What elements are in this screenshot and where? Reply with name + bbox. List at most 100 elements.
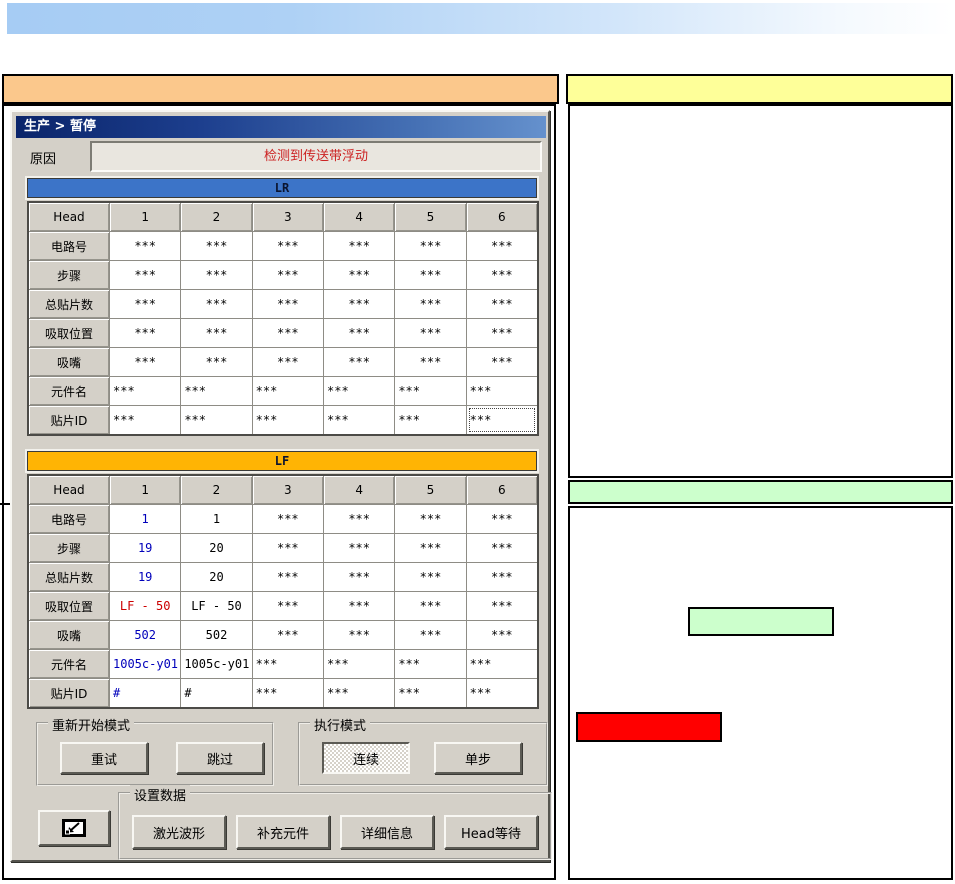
lr-value-cell[interactable]: *** — [252, 319, 323, 347]
collapse-window-button[interactable] — [38, 810, 110, 846]
settings-button-详细信息[interactable]: 详细信息 — [340, 815, 434, 849]
lr-row-label: 电路号 — [29, 232, 109, 260]
pause-dialog: 生产 > 暂停 原因 检测到传送带浮动 LR Head 1 2 3 4 5 6 电路号 *** *… — [10, 110, 552, 862]
lf-value-cell[interactable]: *** — [324, 679, 395, 707]
lr-value-cell[interactable]: *** — [395, 261, 466, 289]
lr-value-cell[interactable]: *** — [466, 319, 537, 347]
restart-button-跳过[interactable]: 跳过 — [176, 742, 264, 774]
lr-value-cell[interactable]: *** — [110, 319, 181, 347]
lf-value-cell[interactable]: *** — [324, 650, 395, 678]
lf-value-cell[interactable]: *** — [252, 563, 323, 591]
settings-button-激光波形[interactable]: 激光波形 — [132, 815, 226, 849]
green-status-indicator — [688, 607, 834, 636]
lf-value-cell[interactable]: *** — [466, 505, 537, 533]
lr-value-cell[interactable]: *** — [110, 377, 181, 405]
lf-value-cell[interactable]: *** — [395, 505, 466, 533]
lf-row-label: 贴片ID — [29, 679, 109, 707]
lr-value-cell[interactable]: *** — [466, 406, 537, 434]
lr-value-cell[interactable]: *** — [181, 377, 252, 405]
lf-value-cell[interactable]: 20 — [181, 534, 252, 562]
lf-value-cell[interactable]: *** — [466, 650, 537, 678]
lf-value-cell[interactable]: *** — [395, 650, 466, 678]
lf-value-cell[interactable]: *** — [466, 621, 537, 649]
lf-value-cell[interactable]: 502 — [110, 621, 181, 649]
lr-value-cell[interactable]: *** — [252, 261, 323, 289]
settings-button-Head等待[interactable]: Head等待 — [444, 815, 538, 849]
lr-value-cell[interactable]: *** — [324, 377, 395, 405]
lf-value-cell[interactable]: LF - 50 — [181, 592, 252, 620]
lr-value-cell[interactable]: *** — [110, 232, 181, 260]
lf-value-cell[interactable]: *** — [252, 505, 323, 533]
lf-value-cell[interactable]: 19 — [110, 563, 181, 591]
restart-button-重试[interactable]: 重试 — [60, 742, 148, 774]
lf-value-cell[interactable]: *** — [466, 592, 537, 620]
lr-value-cell[interactable]: *** — [181, 232, 252, 260]
lf-value-cell[interactable]: 1 — [181, 505, 252, 533]
lf-row-label: 吸取位置 — [29, 592, 109, 620]
lr-value-cell[interactable]: *** — [110, 261, 181, 289]
lf-value-cell[interactable]: 19 — [110, 534, 181, 562]
lr-value-cell[interactable]: *** — [395, 319, 466, 347]
lf-value-cell[interactable]: *** — [252, 621, 323, 649]
lf-value-cell[interactable]: *** — [395, 679, 466, 707]
lf-value-cell[interactable]: *** — [324, 534, 395, 562]
lr-value-cell[interactable]: *** — [181, 348, 252, 376]
lr-value-cell[interactable]: *** — [466, 261, 537, 289]
lr-value-cell[interactable]: *** — [324, 319, 395, 347]
lr-value-cell[interactable]: *** — [466, 290, 537, 318]
lf-value-cell[interactable]: LF - 50 — [110, 592, 181, 620]
lr-value-cell[interactable]: *** — [395, 377, 466, 405]
lr-row-label: 吸取位置 — [29, 319, 109, 347]
lr-value-cell[interactable]: *** — [395, 232, 466, 260]
lr-value-cell[interactable]: *** — [324, 406, 395, 434]
lr-value-cell[interactable]: *** — [395, 290, 466, 318]
lr-value-cell[interactable]: *** — [324, 348, 395, 376]
lr-value-cell[interactable]: *** — [252, 348, 323, 376]
lr-value-cell[interactable]: *** — [466, 232, 537, 260]
lf-value-cell[interactable]: 1005c-y01 — [181, 650, 252, 678]
lf-value-cell[interactable]: 1005c-y01 — [110, 650, 181, 678]
lf-value-cell[interactable]: *** — [252, 592, 323, 620]
lr-value-cell[interactable]: *** — [252, 290, 323, 318]
lf-value-cell[interactable]: *** — [324, 621, 395, 649]
lf-value-cell[interactable]: # — [181, 679, 252, 707]
lf-value-cell[interactable]: *** — [395, 592, 466, 620]
exec-button-连续[interactable]: 连续 — [322, 742, 410, 774]
lr-value-cell[interactable]: *** — [324, 261, 395, 289]
lr-value-cell[interactable]: *** — [110, 406, 181, 434]
exec-button-单步[interactable]: 单步 — [434, 742, 522, 774]
lr-value-cell[interactable]: *** — [466, 348, 537, 376]
lr-value-cell[interactable]: *** — [181, 406, 252, 434]
lr-value-cell[interactable]: *** — [324, 290, 395, 318]
lr-value-cell[interactable]: *** — [466, 377, 537, 405]
lf-value-cell[interactable]: 20 — [181, 563, 252, 591]
lf-value-cell[interactable]: *** — [466, 679, 537, 707]
lr-value-cell[interactable]: *** — [181, 319, 252, 347]
lf-value-cell[interactable]: 502 — [181, 621, 252, 649]
settings-button-补充元件[interactable]: 补充元件 — [236, 815, 330, 849]
lf-value-cell[interactable]: *** — [395, 534, 466, 562]
lr-value-cell[interactable]: *** — [110, 348, 181, 376]
lr-value-cell[interactable]: *** — [252, 232, 323, 260]
lf-value-cell[interactable]: # — [110, 679, 181, 707]
lr-value-cell[interactable]: *** — [110, 290, 181, 318]
lr-value-cell[interactable]: *** — [252, 377, 323, 405]
lf-value-cell[interactable]: *** — [395, 563, 466, 591]
lr-value-cell[interactable]: *** — [181, 261, 252, 289]
lf-row-label: 吸嘴 — [29, 621, 109, 649]
lf-value-cell[interactable]: *** — [252, 534, 323, 562]
lf-value-cell[interactable]: *** — [466, 563, 537, 591]
lf-value-cell[interactable]: *** — [324, 505, 395, 533]
lf-value-cell[interactable]: *** — [324, 592, 395, 620]
lf-value-cell[interactable]: *** — [395, 621, 466, 649]
lf-value-cell[interactable]: 1 — [110, 505, 181, 533]
lf-value-cell[interactable]: *** — [252, 650, 323, 678]
lr-value-cell[interactable]: *** — [252, 406, 323, 434]
lr-value-cell[interactable]: *** — [395, 348, 466, 376]
lf-value-cell[interactable]: *** — [324, 563, 395, 591]
lr-value-cell[interactable]: *** — [395, 406, 466, 434]
lf-value-cell[interactable]: *** — [252, 679, 323, 707]
lr-value-cell[interactable]: *** — [324, 232, 395, 260]
lr-value-cell[interactable]: *** — [181, 290, 252, 318]
lf-value-cell[interactable]: *** — [466, 534, 537, 562]
